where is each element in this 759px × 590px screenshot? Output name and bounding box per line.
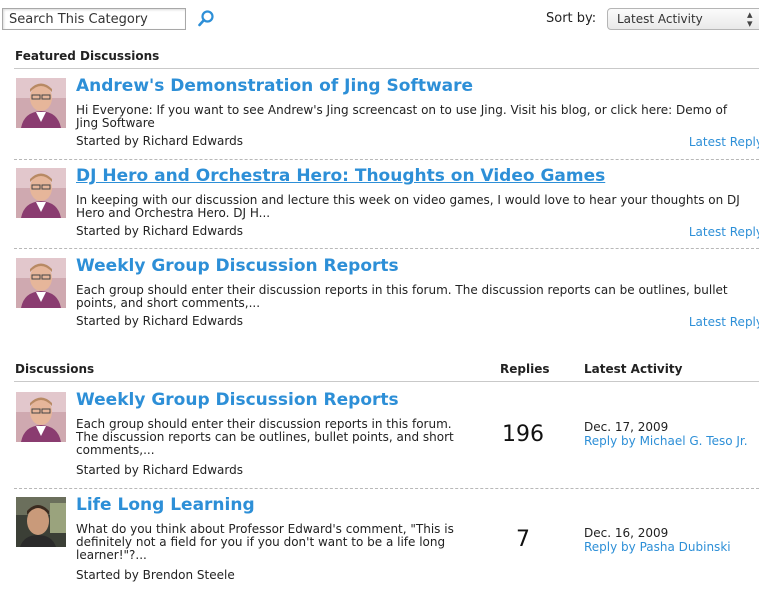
avatar[interactable] — [16, 258, 66, 308]
up-down-arrows-icon: ▴ ▾ — [747, 8, 753, 30]
avatar[interactable] — [16, 78, 66, 128]
discussion-excerpt: Each group should enter their discussion… — [76, 417, 454, 457]
discussion-title-link[interactable]: Life Long Learning — [76, 495, 255, 515]
sort-select[interactable]: Latest Activity ▴ ▾ — [607, 8, 759, 30]
discussion-excerpt: What do you think about Professor Edward… — [76, 522, 454, 562]
discussions-heading: Discussions — [15, 362, 95, 376]
search-input[interactable] — [2, 8, 186, 30]
latest-reply-link[interactable]: Latest Reply — [689, 135, 759, 149]
item-divider — [14, 159, 759, 160]
featured-divider — [14, 68, 759, 69]
featured-heading: Featured Discussions — [15, 49, 160, 63]
started-by: Started by Richard Edwards — [76, 134, 244, 148]
sort-selected-value: Latest Activity — [617, 12, 703, 26]
featured-item: Andrew's Demonstration of Jing Software … — [16, 76, 759, 149]
discussion-title-link[interactable]: Weekly Group Discussion Reports — [76, 256, 399, 276]
latest-reply-by-link[interactable]: Reply by Pasha Dubinski — [584, 540, 731, 554]
replies-count: 196 — [502, 422, 544, 447]
discussion-title-link[interactable]: DJ Hero and Orchestra Hero: Thoughts on … — [76, 166, 605, 186]
activity-date: Dec. 17, 2009 — [584, 420, 669, 434]
avatar[interactable] — [16, 168, 66, 218]
latest-reply-link[interactable]: Latest Reply — [689, 225, 759, 239]
activity-date: Dec. 16, 2009 — [584, 526, 669, 540]
started-by: Started by Brendon Steele — [76, 568, 235, 582]
featured-item: DJ Hero and Orchestra Hero: Thoughts on … — [16, 166, 759, 239]
latest-activity-column-header[interactable]: Latest Activity — [584, 362, 682, 376]
replies-column-header[interactable]: Replies — [500, 362, 549, 376]
discussion-excerpt: Hi Everyone: If you want to see Andrew's… — [76, 103, 728, 130]
discussion-excerpt: Each group should enter their discussion… — [76, 283, 728, 310]
avatar[interactable] — [16, 497, 66, 547]
discussion-title-link[interactable]: Weekly Group Discussion Reports — [76, 390, 399, 410]
avatar[interactable] — [16, 392, 66, 442]
started-by: Started by Richard Edwards — [76, 224, 244, 238]
toolbar: Sort by: Latest Activity ▴▾ — [0, 0, 759, 40]
item-divider — [14, 248, 759, 249]
replies-count: 7 — [516, 527, 530, 552]
item-divider — [14, 488, 759, 489]
discussion-title-link[interactable]: Andrew's Demonstration of Jing Software — [76, 76, 473, 96]
featured-item: Weekly Group Discussion Reports Each gro… — [16, 256, 759, 329]
discussion-excerpt: In keeping with our discussion and lectu… — [76, 193, 740, 220]
latest-reply-link[interactable]: Latest Reply — [689, 315, 759, 329]
discussions-divider — [14, 381, 759, 382]
sort-label: Sort by: — [546, 11, 597, 26]
search-icon[interactable] — [196, 9, 216, 29]
started-by: Started by Richard Edwards — [76, 314, 244, 328]
started-by: Started by Richard Edwards — [76, 463, 244, 477]
latest-reply-by-link[interactable]: Reply by Michael G. Teso Jr. — [584, 434, 748, 448]
